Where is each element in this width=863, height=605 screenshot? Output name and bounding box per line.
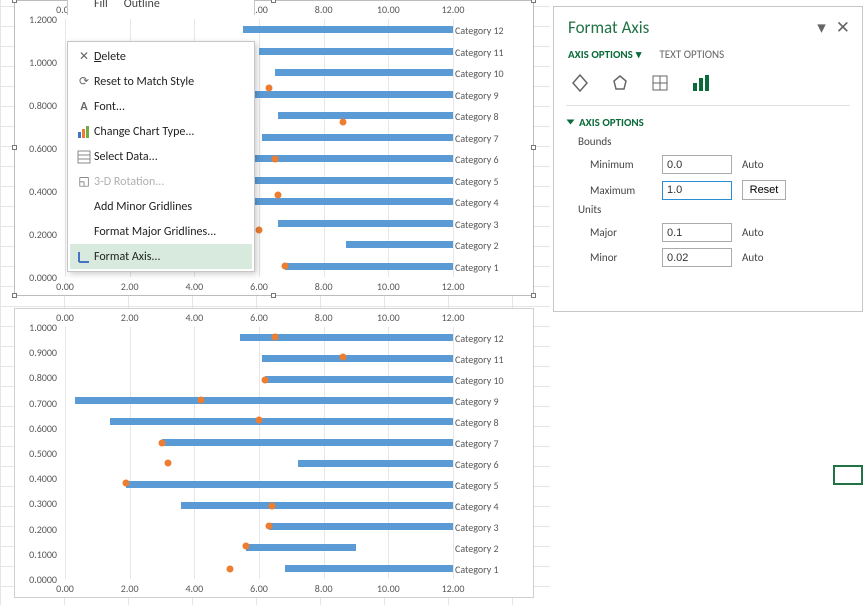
pane-title: Format Axis <box>568 17 649 38</box>
minor-auto[interactable]: Auto <box>742 251 780 264</box>
min-label: Minimum <box>590 158 652 171</box>
menu-reset-style[interactable]: ⟳ Reset to Match Style <box>70 69 252 94</box>
menu-change-chart-type[interactable]: Change Chart Type... <box>70 119 252 144</box>
menu-delete[interactable]: ✕ Delete <box>70 44 252 69</box>
max-input[interactable] <box>662 181 732 200</box>
delete-icon: ✕ <box>74 48 94 66</box>
reset-button[interactable]: Reset <box>742 180 786 200</box>
menu-add-minor-gridlines[interactable]: Add Minor Gridlines <box>70 194 252 219</box>
minor-label: Minor <box>590 251 652 264</box>
mini-outline[interactable]: Outline <box>124 0 160 11</box>
context-menu: ✕ Delete ⟳ Reset to Match Style A Font..… <box>67 41 255 272</box>
chart-2[interactable]: 0.000.002.002.004.004.006.006.008.008.00… <box>14 308 534 598</box>
major-input[interactable] <box>662 223 732 242</box>
bounds-label: Bounds <box>554 135 862 152</box>
active-cell[interactable] <box>833 465 863 485</box>
minor-input[interactable] <box>662 248 732 267</box>
chart-type-icon <box>74 123 94 141</box>
menu-format-axis[interactable]: Format Axis... <box>70 244 252 269</box>
min-input[interactable] <box>662 155 732 174</box>
units-label: Units <box>554 203 862 220</box>
major-label: Major <box>590 226 652 239</box>
format-axis-pane: Format Axis ▾ ✕ AXIS OPTIONS▾ TEXT OPTIO… <box>553 6 863 312</box>
mini-toolbar: Fill Outline <box>67 0 255 15</box>
tab-text-options[interactable]: TEXT OPTIONS <box>659 48 724 61</box>
axis-options-icon[interactable] <box>688 71 712 95</box>
font-icon: A <box>74 98 94 116</box>
pane-menu-icon[interactable]: ▾ <box>817 17 826 38</box>
tab-axis-options[interactable]: AXIS OPTIONS▾ <box>568 48 641 61</box>
mini-fill[interactable]: Fill <box>94 0 108 11</box>
select-data-icon <box>74 148 94 166</box>
reset-icon: ⟳ <box>74 73 94 91</box>
chart-1[interactable]: 0.000.002.002.004.004.006.006.008.008.00… <box>14 0 534 296</box>
max-label: Maximum <box>590 184 652 197</box>
axis-icon <box>74 248 94 266</box>
menu-format-major-gridlines[interactable]: Format Major Gridlines... <box>70 219 252 244</box>
section-axis-options[interactable]: AXIS OPTIONS <box>554 114 862 135</box>
cube-icon: ◱ <box>74 173 94 191</box>
menu-font[interactable]: A Font... <box>70 94 252 119</box>
menu-3d-rotation: ◱ 3-D Rotation... <box>70 169 252 194</box>
size-properties-icon[interactable] <box>648 71 672 95</box>
collapse-icon <box>567 120 575 125</box>
effects-icon[interactable] <box>608 71 632 95</box>
close-icon[interactable]: ✕ <box>836 17 850 38</box>
min-auto[interactable]: Auto <box>742 158 780 171</box>
major-auto[interactable]: Auto <box>742 226 780 239</box>
fill-line-icon[interactable] <box>568 71 592 95</box>
chart-2-plot-area[interactable]: 0.000.002.002.004.004.006.006.008.008.00… <box>15 309 533 597</box>
menu-select-data[interactable]: Select Data... <box>70 144 252 169</box>
